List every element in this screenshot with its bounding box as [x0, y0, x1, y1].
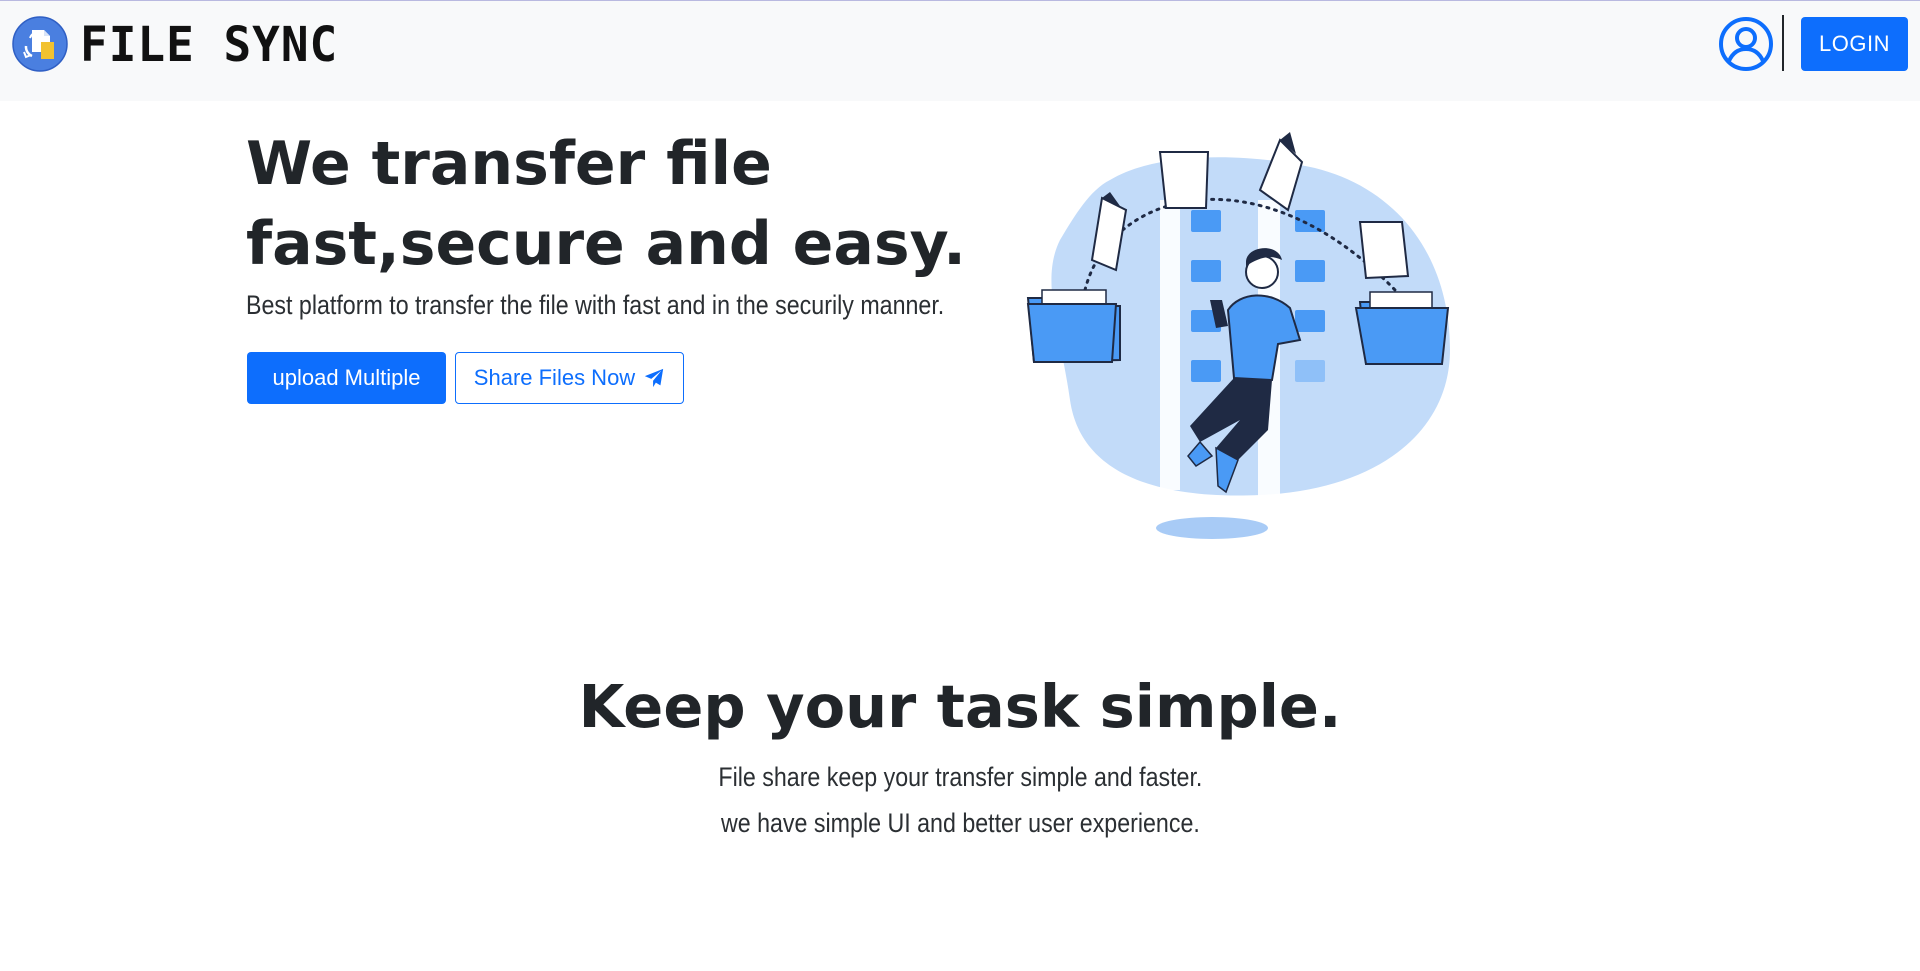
hero-title-line-1: We transfer file — [246, 129, 772, 199]
file-sync-logo-icon — [12, 16, 68, 72]
share-files-button[interactable]: Share Files Now — [455, 352, 684, 404]
brand-name: FILE SYNC — [80, 15, 339, 73]
navbar: FILE SYNC LOGIN — [0, 0, 1920, 101]
brand-link[interactable]: FILE SYNC — [12, 15, 338, 73]
hero-title: We transfer file fast,secure and easy. — [246, 124, 1066, 284]
hero-subtitle: Best platform to transfer the file with … — [246, 290, 945, 320]
illustration-column-left — [1160, 200, 1180, 490]
feature-description-line-1: File share keep your transfer simple and… — [0, 762, 1920, 793]
file-transfer-illustration — [1026, 132, 1450, 539]
share-files-label: Share Files Now — [473, 365, 636, 390]
nav-divider — [1782, 15, 1784, 71]
user-circle-icon[interactable] — [1718, 16, 1774, 72]
hero-title-line-2: fast,secure and easy. — [246, 209, 966, 279]
illustration-folder-left — [1026, 289, 1121, 364]
login-button[interactable]: LOGIN — [1801, 17, 1908, 71]
paper-plane-icon — [645, 368, 664, 388]
upload-multiple-button[interactable]: upload Multiple — [247, 352, 446, 404]
feature-description-line-2: we have simple UI and better user experi… — [0, 808, 1920, 839]
feature-description-line-1-text: File share keep your transfer simple and… — [718, 762, 1202, 792]
feature-title: Keep your task simple. — [578, 672, 1342, 741]
feature-description-line-2-text: we have simple UI and better user experi… — [720, 808, 1200, 838]
illustration-shadow — [1156, 517, 1268, 539]
